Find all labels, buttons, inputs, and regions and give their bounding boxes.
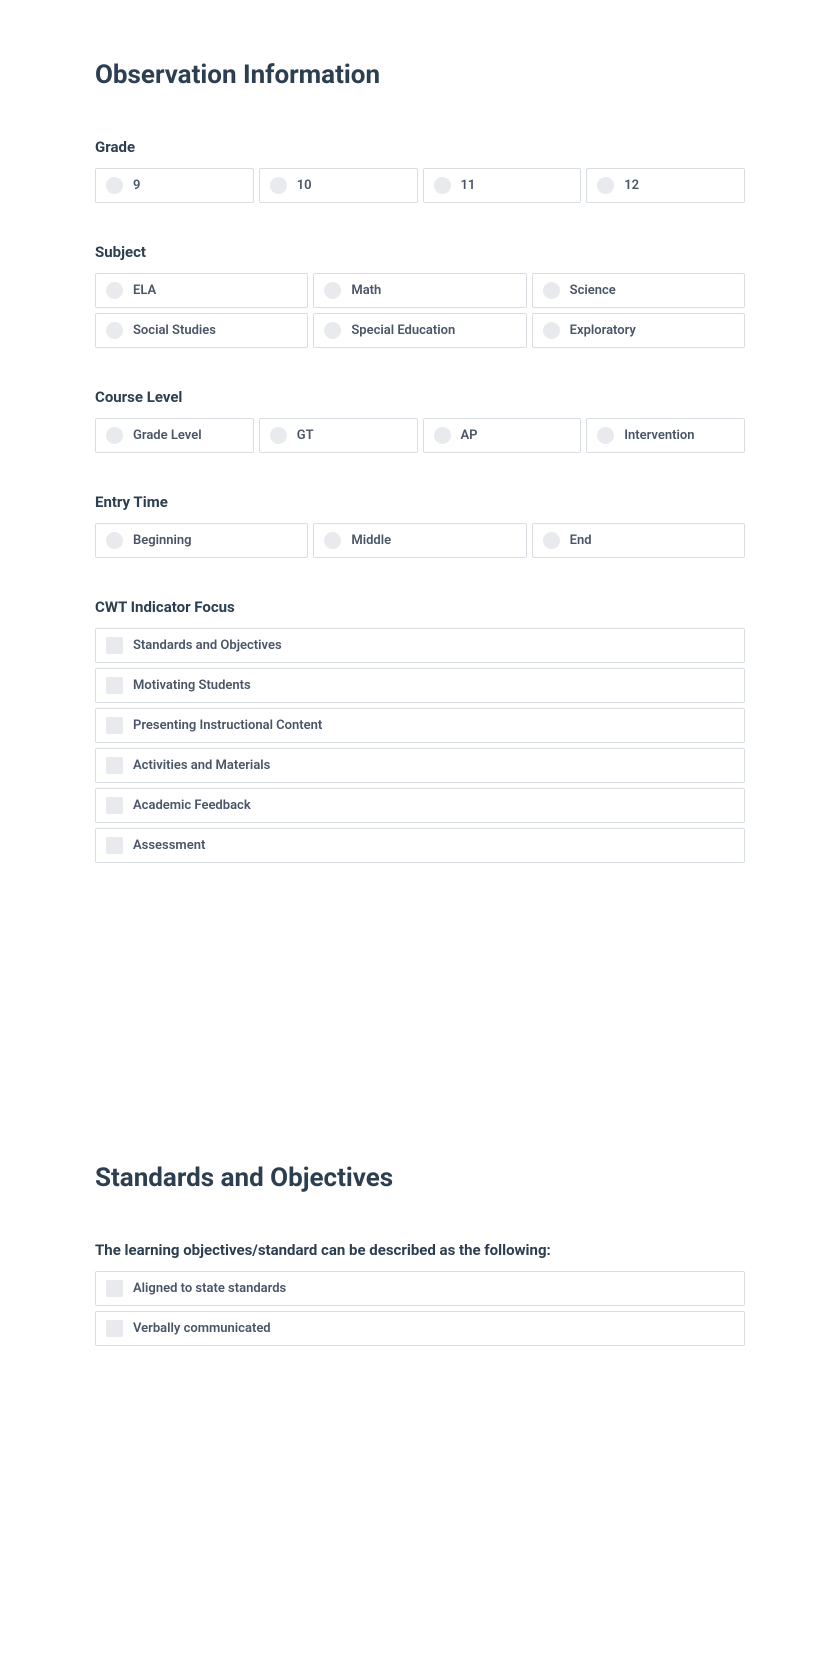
course-level-option-gt[interactable]: GT bbox=[259, 418, 418, 453]
cwt-option-motivating-students[interactable]: Motivating Students bbox=[95, 668, 745, 703]
option-label: ELA bbox=[133, 283, 156, 298]
objectives-option-aligned[interactable]: Aligned to state standards bbox=[95, 1271, 745, 1306]
subject-option-social-studies[interactable]: Social Studies bbox=[95, 313, 308, 348]
subject-label: Subject bbox=[95, 243, 745, 261]
radio-icon bbox=[597, 177, 614, 194]
subject-section: Subject ELA Math Science Social Studies … bbox=[95, 243, 745, 348]
option-label: Social Studies bbox=[133, 323, 216, 338]
objectives-label: The learning objectives/standard can be … bbox=[95, 1241, 745, 1259]
option-label: Standards and Objectives bbox=[133, 638, 282, 653]
subject-option-exploratory[interactable]: Exploratory bbox=[532, 313, 745, 348]
course-level-label: Course Level bbox=[95, 388, 745, 406]
grade-section: Grade 9 10 11 12 bbox=[95, 138, 745, 203]
option-label: AP bbox=[461, 428, 478, 443]
radio-icon bbox=[543, 322, 560, 339]
option-label: Exploratory bbox=[570, 323, 636, 338]
entry-time-option-middle[interactable]: Middle bbox=[313, 523, 526, 558]
radio-icon bbox=[434, 177, 451, 194]
radio-icon bbox=[324, 282, 341, 299]
entry-time-option-beginning[interactable]: Beginning bbox=[95, 523, 308, 558]
option-label: Special Education bbox=[351, 323, 455, 338]
option-label: Motivating Students bbox=[133, 678, 251, 693]
checkbox-icon bbox=[106, 1320, 123, 1337]
section-title-observation: Observation Information bbox=[95, 60, 745, 90]
course-level-option-grade-level[interactable]: Grade Level bbox=[95, 418, 254, 453]
entry-time-section: Entry Time Beginning Middle End bbox=[95, 493, 745, 558]
option-label: Science bbox=[570, 283, 616, 298]
subject-option-science[interactable]: Science bbox=[532, 273, 745, 308]
grade-label: Grade bbox=[95, 138, 745, 156]
radio-icon bbox=[106, 282, 123, 299]
checkbox-icon bbox=[106, 757, 123, 774]
grade-option-10[interactable]: 10 bbox=[259, 168, 418, 203]
radio-icon bbox=[597, 427, 614, 444]
grade-option-12[interactable]: 12 bbox=[586, 168, 745, 203]
checkbox-icon bbox=[106, 1280, 123, 1297]
option-label: Middle bbox=[351, 533, 391, 548]
grade-option-11[interactable]: 11 bbox=[423, 168, 582, 203]
checkbox-icon bbox=[106, 837, 123, 854]
cwt-option-presenting-instructional-content[interactable]: Presenting Instructional Content bbox=[95, 708, 745, 743]
option-label: Assessment bbox=[133, 838, 205, 853]
radio-icon bbox=[324, 532, 341, 549]
option-label: Beginning bbox=[133, 533, 192, 548]
course-level-option-ap[interactable]: AP bbox=[423, 418, 582, 453]
option-label: Verbally communicated bbox=[133, 1321, 271, 1336]
subject-option-ela[interactable]: ELA bbox=[95, 273, 308, 308]
radio-icon bbox=[543, 282, 560, 299]
course-level-option-intervention[interactable]: Intervention bbox=[586, 418, 745, 453]
radio-icon bbox=[270, 177, 287, 194]
checkbox-icon bbox=[106, 637, 123, 654]
subject-option-math[interactable]: Math bbox=[313, 273, 526, 308]
option-label: End bbox=[570, 533, 592, 548]
cwt-option-assessment[interactable]: Assessment bbox=[95, 828, 745, 863]
checkbox-icon bbox=[106, 797, 123, 814]
section-title-standards-objectives: Standards and Objectives bbox=[95, 1163, 745, 1193]
course-level-section: Course Level Grade Level GT AP Intervent… bbox=[95, 388, 745, 453]
radio-icon bbox=[106, 177, 123, 194]
subject-option-special-education[interactable]: Special Education bbox=[313, 313, 526, 348]
option-label: Activities and Materials bbox=[133, 758, 270, 773]
cwt-option-activities-materials[interactable]: Activities and Materials bbox=[95, 748, 745, 783]
radio-icon bbox=[434, 427, 451, 444]
objectives-option-verbally-communicated[interactable]: Verbally communicated bbox=[95, 1311, 745, 1346]
option-label: Grade Level bbox=[133, 428, 202, 443]
option-label: GT bbox=[297, 428, 314, 443]
entry-time-label: Entry Time bbox=[95, 493, 745, 511]
radio-icon bbox=[543, 532, 560, 549]
checkbox-icon bbox=[106, 717, 123, 734]
option-label: 10 bbox=[297, 178, 312, 193]
radio-icon bbox=[106, 532, 123, 549]
cwt-option-standards-objectives[interactable]: Standards and Objectives bbox=[95, 628, 745, 663]
radio-icon bbox=[106, 427, 123, 444]
cwt-focus-section: CWT Indicator Focus Standards and Object… bbox=[95, 598, 745, 863]
option-label: Academic Feedback bbox=[133, 798, 251, 813]
entry-time-option-end[interactable]: End bbox=[532, 523, 745, 558]
option-label: 12 bbox=[624, 178, 639, 193]
radio-icon bbox=[324, 322, 341, 339]
cwt-focus-label: CWT Indicator Focus bbox=[95, 598, 745, 616]
objectives-section: The learning objectives/standard can be … bbox=[95, 1241, 745, 1346]
radio-icon bbox=[270, 427, 287, 444]
radio-icon bbox=[106, 322, 123, 339]
option-label: 11 bbox=[461, 178, 476, 193]
option-label: Aligned to state standards bbox=[133, 1281, 286, 1296]
option-label: Math bbox=[351, 283, 381, 298]
option-label: Intervention bbox=[624, 428, 694, 443]
option-label: 9 bbox=[133, 178, 140, 193]
grade-option-9[interactable]: 9 bbox=[95, 168, 254, 203]
checkbox-icon bbox=[106, 677, 123, 694]
option-label: Presenting Instructional Content bbox=[133, 718, 322, 733]
cwt-option-academic-feedback[interactable]: Academic Feedback bbox=[95, 788, 745, 823]
